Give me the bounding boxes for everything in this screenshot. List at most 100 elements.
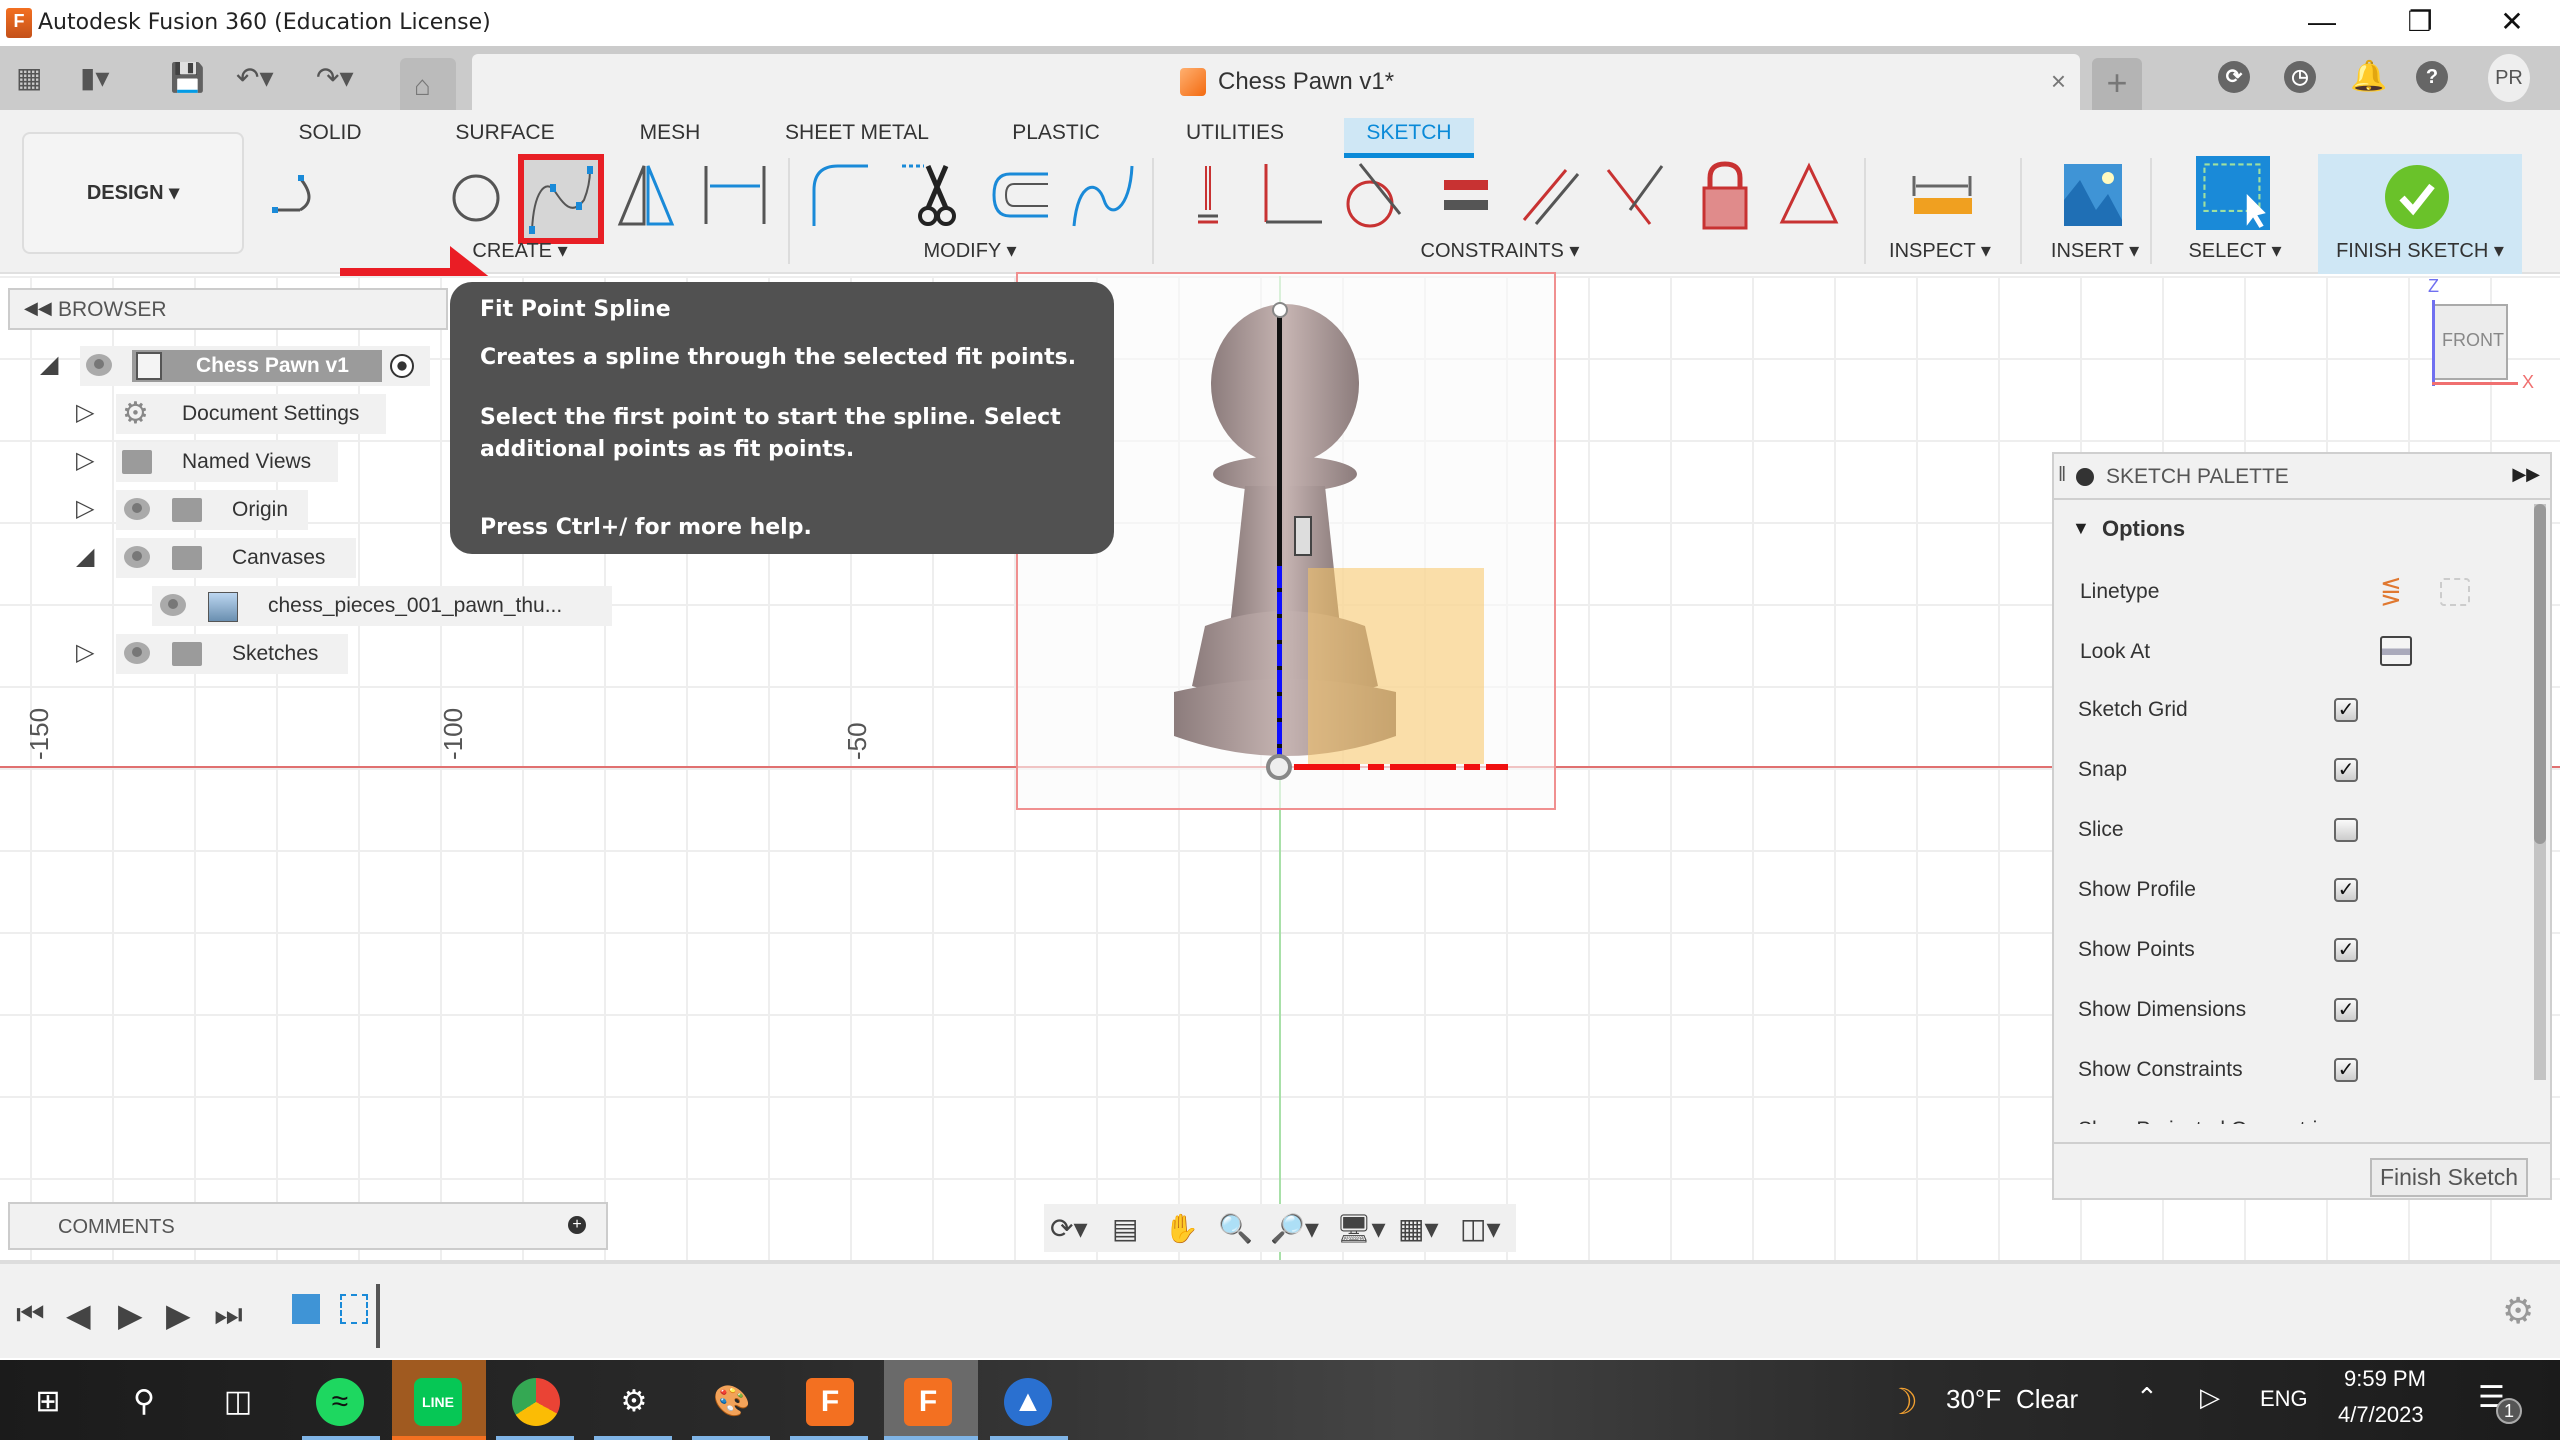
user-avatar[interactable]: PR <box>2488 54 2530 102</box>
tab-utilities[interactable]: UTILITIES <box>1180 118 1290 158</box>
step-forward-icon[interactable]: ▶ <box>166 1296 191 1334</box>
timeline-marker[interactable] <box>376 1284 380 1348</box>
expand-arrow-icon[interactable]: ◢ <box>76 542 94 571</box>
collapse-browser-icon[interactable]: ◀◀ <box>24 298 52 319</box>
sketch-line-constrained[interactable] <box>1277 566 1282 766</box>
viewcube-face-label[interactable]: FRONT <box>2442 330 2504 351</box>
orbit-icon[interactable]: ⟳▾ <box>1050 1212 1088 1245</box>
show-points-checkbox[interactable]: ✓ <box>2334 938 2358 962</box>
timeline-sketch-feature[interactable] <box>340 1294 368 1324</box>
search-icon[interactable]: ⚲ <box>120 1378 168 1426</box>
display-settings-icon[interactable]: 🖥▾ <box>1336 1212 1386 1245</box>
equal-constraint-icon[interactable] <box>1432 160 1502 230</box>
visibility-eye-icon[interactable] <box>124 546 150 568</box>
palette-finish-sketch-button[interactable]: Finish Sketch <box>2369 1158 2528 1197</box>
browser-item-canvas-image[interactable]: chess_pieces_001_pawn_thu... <box>152 586 612 626</box>
expand-arrow-icon[interactable]: ▷ <box>76 638 94 667</box>
select-menu[interactable]: SELECT ▾ <box>2180 238 2290 263</box>
restore-button[interactable]: ❐ <box>2384 0 2456 46</box>
new-tab-button[interactable]: + <box>2092 58 2142 110</box>
activate-radio-icon[interactable] <box>390 354 414 378</box>
tab-sheet-metal[interactable]: SHEET METAL <box>782 118 932 158</box>
options-section-title[interactable]: Options <box>2102 516 2185 542</box>
line-app-icon[interactable]: LINE <box>414 1378 462 1426</box>
browser-item-canvases[interactable]: Canvases <box>116 538 356 578</box>
nordvpn-icon[interactable]: ▲ <box>1004 1378 1052 1426</box>
tab-plastic[interactable]: PLASTIC <box>1006 118 1106 158</box>
help-icon[interactable]: ? <box>2416 61 2448 93</box>
fit-point-spline-button[interactable] <box>518 154 604 244</box>
task-view-icon[interactable]: ◫ <box>214 1378 262 1426</box>
line-tool-icon[interactable] <box>270 160 340 230</box>
parallel-constraint-icon[interactable] <box>1516 160 1586 230</box>
section-collapse-icon[interactable]: ▼ <box>2072 518 2090 539</box>
fit-window-icon[interactable]: 🔎▾ <box>1270 1212 1319 1245</box>
camera-icon[interactable]: ▷ <box>2200 1382 2220 1413</box>
sketch-dimension-icon[interactable] <box>700 160 770 230</box>
scrollbar-thumb[interactable] <box>2534 504 2546 844</box>
inspect-menu[interactable]: INSPECT ▾ <box>1880 238 2000 263</box>
close-tab-button[interactable]: × <box>2051 66 2066 97</box>
clock-date[interactable]: 4/7/2023 <box>2338 1402 2424 1428</box>
weather-moon-icon[interactable]: ☽ <box>1878 1378 1926 1426</box>
weather-desc[interactable]: Clear <box>2016 1384 2078 1415</box>
origin-point[interactable] <box>1266 754 1292 780</box>
visibility-eye-icon[interactable] <box>124 498 150 520</box>
data-panel-grid-icon[interactable]: ▦ <box>16 64 42 92</box>
collapse-palette-icon[interactable] <box>2076 468 2094 486</box>
tab-sketch[interactable]: SKETCH <box>1344 118 1474 158</box>
circle-tool-icon[interactable] <box>436 160 506 230</box>
fillet-tool-icon[interactable] <box>808 160 878 230</box>
browser-item-document-settings[interactable]: ⚙ Document Settings <box>116 394 386 434</box>
expand-arrow-icon[interactable]: ◢ <box>40 350 58 379</box>
home-button[interactable]: ⌂ <box>400 58 456 110</box>
sketch-grid-checkbox[interactable]: ✓ <box>2334 698 2358 722</box>
timeline-settings-gear-icon[interactable]: ⚙ <box>2502 1290 2534 1332</box>
visibility-eye-icon[interactable] <box>160 594 186 616</box>
drag-handle-icon[interactable]: ‖ <box>2058 464 2066 487</box>
finish-sketch-menu[interactable]: FINISH SKETCH ▾ <box>2318 238 2522 263</box>
fusion-360-taskbar-icon[interactable]: F <box>806 1378 854 1426</box>
look-at-icon[interactable]: ▤ <box>1112 1212 1138 1245</box>
file-menu-icon[interactable]: ▮▾ <box>80 64 109 92</box>
notifications-bell-icon[interactable]: 🔔 <box>2350 61 2387 93</box>
chrome-icon[interactable] <box>512 1378 560 1426</box>
go-to-end-icon[interactable]: ⏭ <box>214 1296 243 1334</box>
minimize-button[interactable]: — <box>2286 0 2358 46</box>
create-menu[interactable]: CREATE ▾ <box>440 238 600 263</box>
sketch-line-construction[interactable] <box>1277 310 1282 566</box>
tab-mesh[interactable]: MESH <box>630 118 710 158</box>
browser-item-sketches[interactable]: Sketches <box>116 634 348 674</box>
step-back-icon[interactable]: ◀ <box>66 1296 91 1334</box>
play-icon[interactable]: ▶ <box>118 1296 143 1334</box>
show-dimensions-checkbox[interactable]: ✓ <box>2334 998 2358 1022</box>
sketch-scale-spline-icon[interactable] <box>1068 160 1138 230</box>
constraints-menu[interactable]: CONSTRAINTS ▾ <box>1400 238 1600 263</box>
clock-icon[interactable]: ◷ <box>2284 61 2316 93</box>
undo-icon[interactable]: ↶▾ <box>236 64 274 92</box>
offset-tool-icon[interactable] <box>984 160 1054 230</box>
paint-palette-icon[interactable]: 🎨 <box>708 1378 756 1426</box>
trim-scissors-icon[interactable] <box>898 160 968 230</box>
browser-item-root[interactable]: Chess Pawn v1 <box>80 346 430 386</box>
modify-menu[interactable]: MODIFY ▾ <box>900 238 1040 263</box>
insert-image-icon[interactable] <box>2058 160 2128 230</box>
show-profile-checkbox[interactable]: ✓ <box>2334 878 2358 902</box>
look-at-icon[interactable] <box>2380 636 2412 666</box>
slice-checkbox[interactable] <box>2334 818 2358 842</box>
visibility-eye-icon[interactable] <box>124 642 150 664</box>
comments-panel[interactable]: COMMENTS + <box>8 1202 608 1250</box>
show-hidden-icons-chevron[interactable]: ⌃ <box>2136 1382 2158 1413</box>
construction-linetype-icon[interactable]: ⋚ <box>2380 576 2402 607</box>
browser-item-origin[interactable]: Origin <box>116 490 308 530</box>
select-window-icon[interactable] <box>2196 156 2270 230</box>
browser-item-named-views[interactable]: Named Views <box>116 442 338 482</box>
go-to-start-icon[interactable]: ⏮ <box>16 1296 45 1334</box>
weather-temp[interactable]: 30°F <box>1946 1384 2001 1415</box>
tangent-constraint-icon[interactable] <box>1340 160 1410 230</box>
midpoint-constraint-icon[interactable] <box>1600 160 1670 230</box>
visibility-eye-icon[interactable] <box>86 354 112 376</box>
sketch-point[interactable] <box>1272 302 1288 318</box>
tab-surface[interactable]: SURFACE <box>450 118 560 158</box>
spotify-icon[interactable]: ≈ <box>316 1378 364 1426</box>
